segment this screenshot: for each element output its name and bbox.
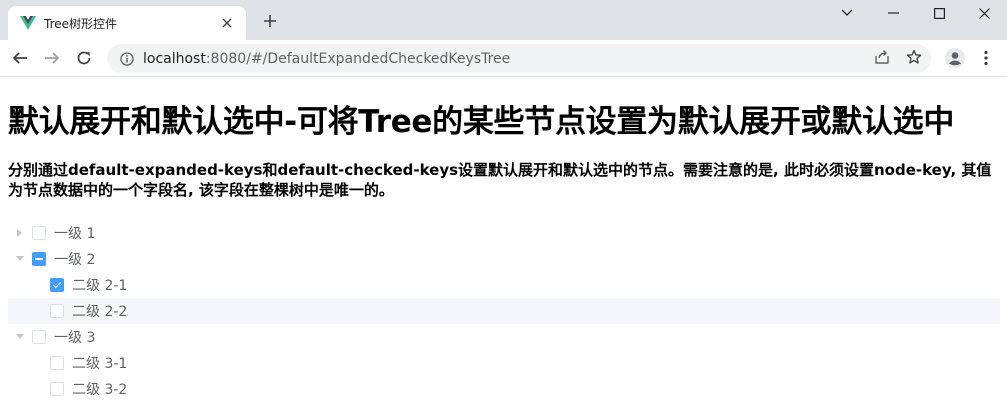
share-icon[interactable] [870,45,894,69]
tree-node-checkbox[interactable] [32,330,46,344]
vue-logo-icon [20,15,36,31]
new-tab-icon[interactable] [258,11,282,35]
tree-node-label: 二级 3-2 [72,382,128,398]
page-title: 默认展开和默认选中-可将Tree的某些节点设置为默认展开或默认选中 [8,104,955,140]
window-close-icon[interactable] [961,0,1007,26]
browser-tab[interactable]: Tree树形控件 [8,6,246,40]
tree-node-label: 一级 2 [54,252,96,268]
tab-close-icon[interactable] [218,14,236,32]
tree-node-checkbox[interactable] [50,382,64,396]
tree-node[interactable]: 一级 1 [8,220,1000,246]
tree-node-checkbox[interactable] [50,304,64,318]
menu-kebab-icon[interactable] [973,45,999,71]
tree-node[interactable]: 一级 3 [8,324,1000,350]
tree-node[interactable]: 二级 2-1 [8,272,1000,298]
url-host: localhost [143,50,206,67]
tree-node[interactable]: 二级 3-2 [8,376,1000,402]
tree-node[interactable]: 一级 2 [8,246,1000,272]
tree-node-label: 一级 1 [54,226,96,242]
site-info-icon[interactable] [119,51,135,67]
bookmark-star-icon[interactable] [902,45,926,69]
caret-down-icon[interactable] [8,246,32,272]
forward-icon[interactable] [39,45,65,71]
url-path: :8080/#/DefaultExpandedCheckedKeysTree [205,50,511,67]
tab-title: Tree树形控件 [44,16,118,31]
tree-node-checkbox[interactable] [32,226,46,240]
tree: 一级 1 一级 2 二级 2-1 二级 2-2 一级 3 二级 3-1 二级 3-2 [8,220,1000,402]
tree-node-label: 二级 3-1 [72,356,128,372]
tree-node[interactable]: 二级 2-2 [8,298,1000,324]
page-content: 默认展开和默认选中-可将Tree的某些节点设置为默认展开或默认选中 分别通过de… [8,78,1000,402]
minimize-icon[interactable] [870,0,916,26]
tab-search-icon[interactable] [824,0,870,26]
tab-strip: Tree树形控件 [0,0,1007,40]
tree-node-label: 一级 3 [54,330,96,346]
back-icon[interactable] [7,45,33,71]
tree-node-label: 二级 2-2 [72,304,128,320]
caret-down-icon[interactable] [8,324,32,350]
browser-toolbar: localhost:8080/#/DefaultExpandedCheckedK… [0,40,1007,77]
tree-node-label: 二级 2-1 [72,278,128,294]
page-description: 分别通过default-expanded-keys和default-checke… [8,161,992,199]
tree-node-checkbox[interactable] [50,356,64,370]
reload-icon[interactable] [71,45,97,71]
profile-avatar-icon[interactable] [942,45,968,71]
tree-node-checkbox[interactable] [32,252,46,266]
tree-node-checkbox[interactable] [50,278,64,292]
tree-node[interactable]: 二级 3-1 [8,350,1000,376]
caret-right-icon[interactable] [8,220,32,246]
address-bar[interactable]: localhost:8080/#/DefaultExpandedCheckedK… [107,44,931,73]
maximize-icon[interactable] [916,0,962,26]
url-text: localhost:8080/#/DefaultExpandedCheckedK… [143,51,510,67]
